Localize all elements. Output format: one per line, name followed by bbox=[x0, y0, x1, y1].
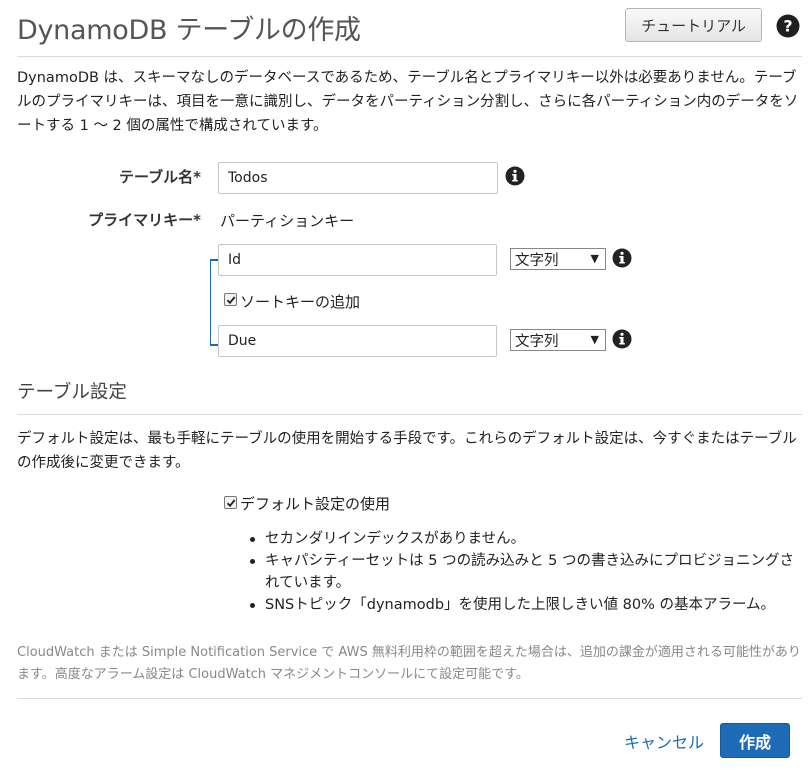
use-default-settings-checkbox[interactable] bbox=[224, 496, 237, 509]
table-settings-title: テーブル設定 bbox=[17, 382, 127, 403]
table-name-input[interactable] bbox=[218, 162, 498, 194]
list-item: SNSトピック「dynamodb」を使用した上限しきい値 80% の基本アラーム… bbox=[248, 594, 802, 616]
list-item: セカンダリインデックスがありません。 bbox=[248, 528, 802, 550]
caret-down-icon: ▼ bbox=[590, 252, 599, 265]
header-divider bbox=[17, 56, 802, 57]
create-button[interactable]: 作成 bbox=[720, 723, 790, 758]
sort-key-input[interactable] bbox=[218, 325, 497, 357]
intro-text: DynamoDB は、スキーマなしのデータベースであるため、テーブル名とプライマ… bbox=[17, 70, 799, 134]
add-sort-key-label: ソートキーの追加 bbox=[240, 293, 361, 311]
billing-note: CloudWatch または Simple Notification Servi… bbox=[17, 645, 801, 682]
caret-down-icon: ▼ bbox=[590, 333, 599, 346]
use-default-settings-label: デフォルト設定の使用 bbox=[240, 495, 391, 513]
settings-divider bbox=[17, 414, 802, 415]
add-sort-key-checkbox[interactable] bbox=[224, 293, 237, 306]
partition-key-input[interactable] bbox=[218, 244, 497, 276]
checkmark-icon bbox=[226, 295, 235, 304]
key-bracket bbox=[210, 259, 211, 345]
partition-key-type-select[interactable]: 文字列 ▼ bbox=[510, 248, 606, 270]
cancel-button[interactable]: キャンセル bbox=[624, 729, 704, 753]
sort-key-info-icon[interactable] bbox=[612, 329, 632, 349]
partition-key-info-icon[interactable] bbox=[612, 248, 632, 268]
partition-key-label: パーティションキー bbox=[220, 212, 355, 230]
primary-key-label: プライマリキー* bbox=[88, 211, 201, 229]
list-item: キャパシティーセットは 5 つの読み込みと 5 つの書き込みにプロビジョニングさ… bbox=[248, 550, 802, 594]
footer-divider bbox=[17, 698, 802, 699]
sort-key-type-value: 文字列 bbox=[515, 333, 559, 350]
table-name-info-icon[interactable] bbox=[505, 166, 525, 186]
sort-key-type-select[interactable]: 文字列 ▼ bbox=[510, 329, 606, 351]
settings-description: デフォルト設定は、最も手軽にテーブルの使用を開始する手段です。これらのデフォルト… bbox=[17, 431, 797, 471]
svg-text:?: ? bbox=[783, 17, 792, 36]
table-name-label: テーブル名* bbox=[119, 168, 201, 186]
checkmark-icon bbox=[226, 498, 235, 507]
partition-key-type-value: 文字列 bbox=[515, 252, 559, 269]
page-title: DynamoDB テーブルの作成 bbox=[17, 15, 361, 46]
tutorial-button[interactable]: チュートリアル bbox=[625, 8, 762, 42]
help-circle-icon[interactable]: ? bbox=[776, 14, 800, 38]
default-settings-list: セカンダリインデックスがありません。 キャパシティーセットは 5 つの読み込みと… bbox=[248, 528, 802, 616]
